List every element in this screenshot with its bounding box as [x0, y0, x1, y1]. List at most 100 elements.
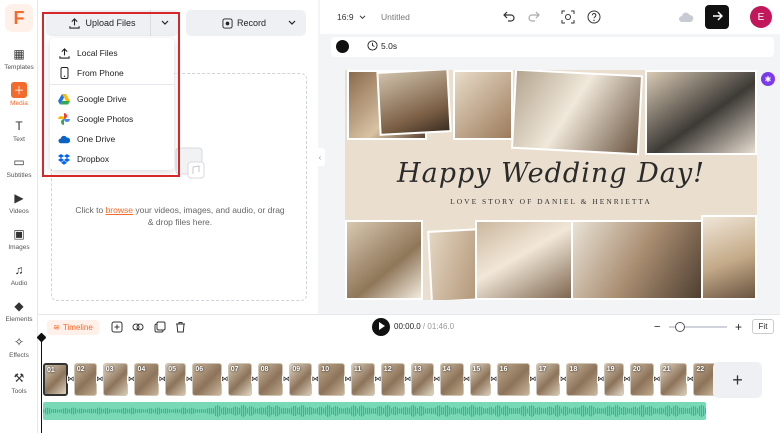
- timeline-clip[interactable]: 16: [496, 363, 530, 396]
- clip-number: 18: [569, 366, 578, 373]
- avatar[interactable]: E: [750, 6, 772, 28]
- timeline-clip[interactable]: 13: [410, 363, 434, 396]
- audio-track[interactable]: [43, 402, 706, 420]
- screenshot-icon[interactable]: [561, 10, 575, 27]
- images-icon: ▣: [13, 227, 25, 241]
- timeline-clip[interactable]: 12: [380, 363, 405, 396]
- photo-frame: [475, 220, 573, 300]
- templates-icon: ▦: [13, 47, 25, 61]
- timeline-clip[interactable]: 15: [469, 363, 491, 396]
- cloud-save-icon[interactable]: [678, 11, 694, 26]
- rail-item-text[interactable]: T Text: [0, 116, 38, 152]
- videos-icon: ▶: [14, 191, 24, 205]
- photo-frame: [453, 70, 513, 140]
- zoom-in-icon[interactable]: +: [735, 320, 742, 334]
- clip-number: 09: [292, 366, 301, 373]
- editor-topbar: 16:9 Untitled E: [320, 0, 780, 34]
- elements-icon: ◆: [14, 299, 24, 313]
- timeline-clip[interactable]: 09: [289, 363, 313, 396]
- timeline-clip[interactable]: 10: [318, 363, 345, 396]
- add-track-icon[interactable]: [111, 321, 123, 336]
- delete-icon[interactable]: [175, 321, 186, 336]
- duration-control[interactable]: 5.0s: [367, 40, 397, 51]
- timeline-clip[interactable]: 21: [659, 363, 688, 396]
- timeline-clip[interactable]: 20: [629, 363, 654, 396]
- timeline-clip[interactable]: 14: [439, 363, 464, 396]
- collapse-panel-handle[interactable]: ‹: [315, 148, 325, 166]
- rail-item-images[interactable]: ▣ Images: [0, 224, 38, 260]
- clip-number: 08: [260, 366, 269, 373]
- duplicate-icon[interactable]: [154, 321, 166, 336]
- chevron-down-icon: [359, 14, 366, 20]
- timer-icon: [367, 40, 378, 51]
- redo-icon[interactable]: [528, 11, 540, 25]
- audio-icon: ♫: [14, 263, 24, 277]
- rail-item-elements[interactable]: ◆ Elements: [0, 296, 38, 332]
- clip-number: 12: [383, 366, 392, 373]
- video-canvas[interactable]: Happy Wedding Day! LOVE STORY OF DANIEL …: [345, 70, 757, 300]
- photo-frame: [345, 220, 423, 300]
- clip-number: 21: [662, 366, 671, 373]
- clip-number: 01: [47, 367, 55, 374]
- browse-link[interactable]: browse: [106, 205, 133, 215]
- photo-frame: [510, 70, 644, 156]
- undo-icon[interactable]: [503, 11, 515, 25]
- rail-item-label: Templates: [4, 64, 34, 71]
- rail-item-label: Tools: [11, 388, 27, 395]
- timeline-clip[interactable]: 08: [257, 363, 284, 396]
- timeline-clip[interactable]: 17: [535, 363, 561, 396]
- split-icon[interactable]: [132, 321, 144, 336]
- add-clip-button[interactable]: +: [713, 362, 762, 398]
- timeline-clip[interactable]: 02: [73, 363, 97, 396]
- magic-sticker-icon[interactable]: ✱: [761, 72, 775, 86]
- wedding-title[interactable]: Happy Wedding Day!: [345, 158, 757, 189]
- record-button[interactable]: Record: [186, 10, 306, 36]
- rail-item-label: Images: [8, 244, 30, 251]
- timeline-clip[interactable]: 19: [603, 363, 624, 396]
- photo-frame: [645, 70, 757, 155]
- play-button[interactable]: [372, 318, 390, 336]
- playhead[interactable]: [36, 332, 47, 433]
- clip-number: 20: [632, 366, 641, 373]
- timeline-clip[interactable]: 05: [165, 363, 187, 396]
- help-icon[interactable]: [587, 10, 601, 27]
- app-logo[interactable]: F: [5, 4, 33, 32]
- total-time: 01:46.0: [427, 322, 455, 331]
- fit-button[interactable]: Fit: [752, 319, 774, 334]
- tools-icon: ⚒: [13, 371, 25, 385]
- timeline-label[interactable]: ≋ Timeline: [47, 320, 99, 335]
- rail-item-videos[interactable]: ▶ Videos: [0, 188, 38, 224]
- background-color-swatch[interactable]: [336, 40, 349, 53]
- clip-number: 10: [321, 366, 330, 373]
- project-name[interactable]: Untitled: [381, 12, 410, 22]
- dropzone-instructions: Click to browse your videos, images, and…: [75, 205, 285, 227]
- clip-number: 03: [105, 366, 114, 373]
- timeline-icon: ≋: [53, 323, 60, 332]
- wedding-subtitle[interactable]: LOVE STORY OF DANIEL & HENRIETTA: [345, 197, 757, 206]
- timeline-clip[interactable]: 03: [102, 363, 129, 396]
- timeline-clip[interactable]: 11: [350, 363, 375, 396]
- zoom-slider-thumb[interactable]: [675, 322, 685, 332]
- rail-item-media[interactable]: ＋ Media: [0, 80, 38, 116]
- export-button[interactable]: [705, 5, 729, 29]
- timeline-clip[interactable]: 18: [566, 363, 598, 396]
- highlight-box: [42, 12, 180, 177]
- text-icon: T: [15, 119, 23, 133]
- aspect-ratio-select[interactable]: 16:9: [337, 12, 366, 22]
- zoom-out-icon[interactable]: −: [654, 321, 660, 333]
- audio-waveform: [43, 405, 706, 417]
- rail-item-label: Text: [13, 136, 25, 143]
- rail-item-effects[interactable]: ✧ Effects: [0, 332, 38, 368]
- timeline-clip[interactable]: 06: [192, 363, 222, 396]
- photo-frame: [701, 215, 757, 300]
- effects-icon: ✧: [13, 335, 25, 349]
- timeline-clip[interactable]: 01: [43, 363, 68, 396]
- timeline-clip[interactable]: 04: [134, 363, 160, 396]
- rail-item-audio[interactable]: ♫ Audio: [0, 260, 38, 296]
- rail-item-subtitles[interactable]: ▭ Subtitles: [0, 152, 38, 188]
- rail-item-label: Subtitles: [6, 172, 32, 179]
- current-time: 00:00.0: [394, 322, 421, 331]
- rail-item-templates[interactable]: ▦ Templates: [0, 44, 38, 80]
- timeline-clip[interactable]: 07: [227, 363, 252, 396]
- rail-item-tools[interactable]: ⚒ Tools: [0, 368, 38, 404]
